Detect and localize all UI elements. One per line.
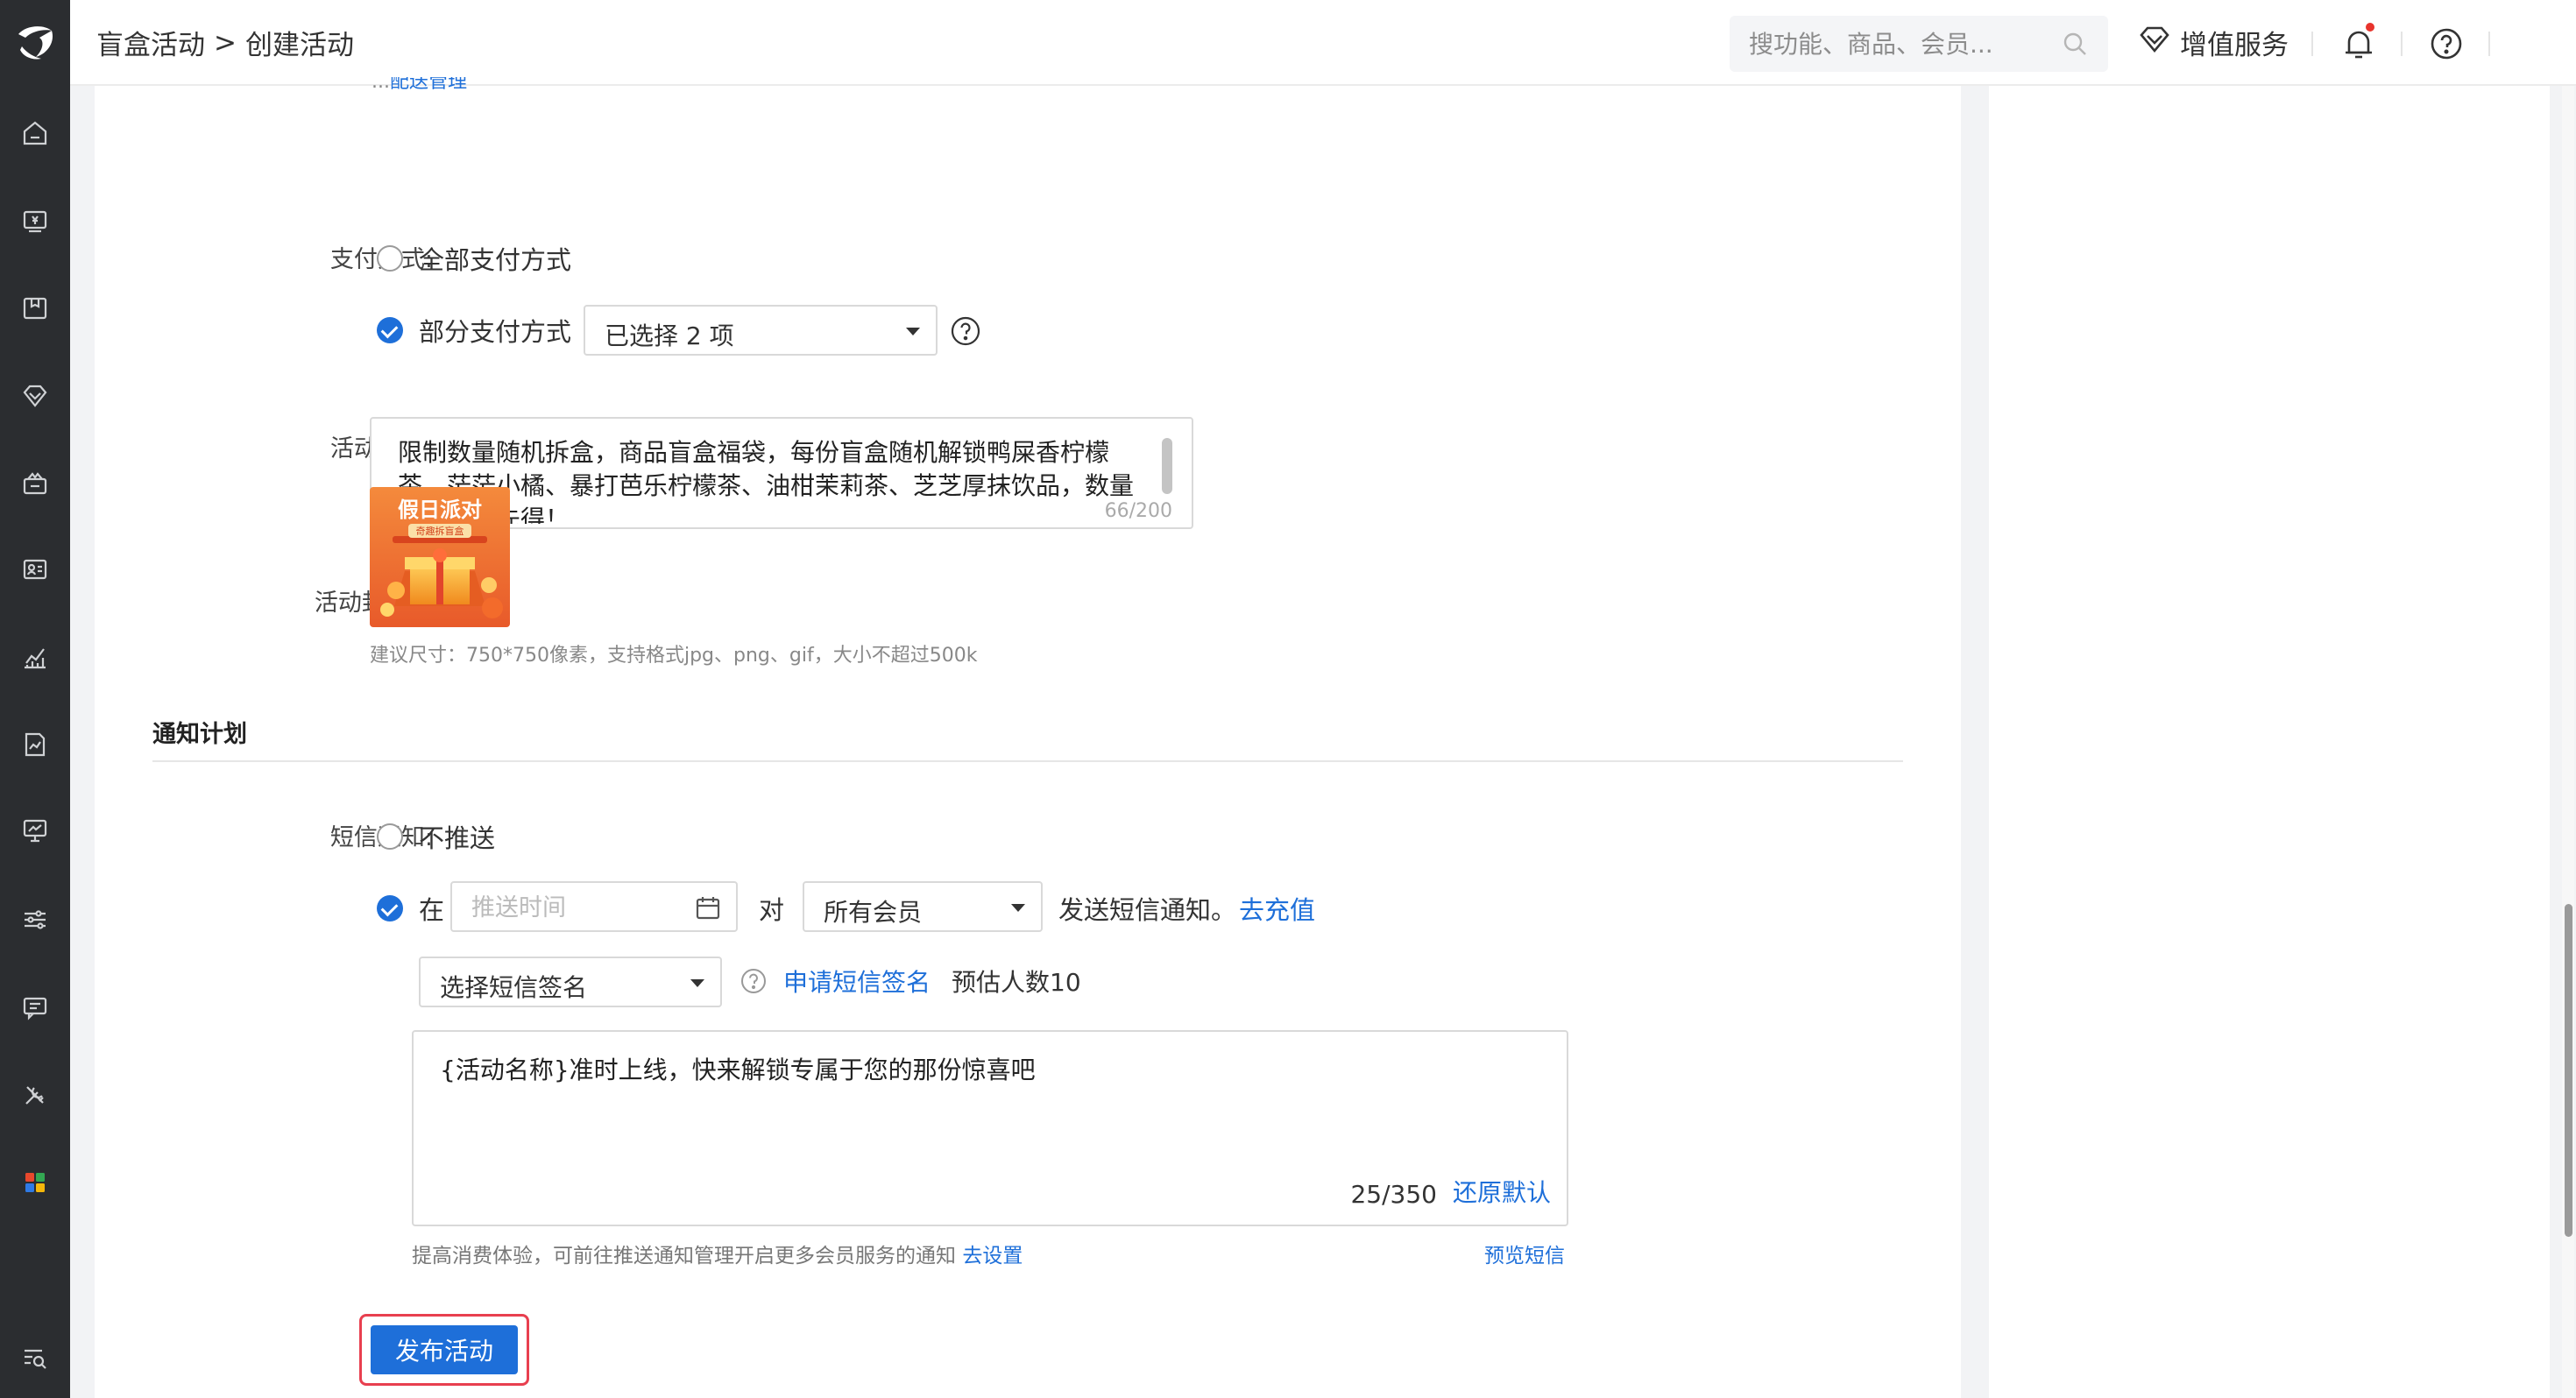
breadcrumb-blind-box-activity[interactable]: 盲盒活动 [96,23,205,62]
search-list-icon[interactable] [18,1340,53,1375]
notification-plan-title: 通知计划 [152,721,247,748]
brand-logo-icon[interactable] [0,0,70,84]
restore-default-link[interactable]: 还原默认 [1453,1174,1551,1209]
header-divider [2311,32,2313,56]
marketing-icon[interactable] [18,466,53,501]
right-side-panel [1989,86,2550,1398]
side-navigation [0,0,70,1398]
calendar-icon[interactable] [694,893,722,925]
sms-scheduled-radio[interactable] [377,895,403,921]
home-icon[interactable] [18,116,53,151]
help-icon[interactable] [2427,25,2466,63]
top-header: 盲盒活动 > 创建活动 增值服务 [70,0,2576,86]
sms-signature-select[interactable]: 选择短信签名 [419,957,722,1007]
breadcrumb-separator: > [214,26,237,59]
help-question-icon[interactable] [950,315,981,350]
publish-button-highlight: 发布活动 [359,1314,529,1386]
section-divider [152,760,1903,762]
sms-at-label: 在 [419,895,445,925]
chevron-down-icon [1011,904,1025,912]
scrollbar-thumb[interactable] [2565,904,2572,1237]
goods-icon[interactable] [18,291,53,326]
sms-no-push-label[interactable]: 不推送 [419,818,495,855]
sms-char-count: 25/350 [1350,1180,1437,1209]
apps-icon[interactable] [18,1165,53,1200]
chevron-down-icon [906,328,920,335]
go-settings-link[interactable]: 去设置 [962,1245,1023,1267]
description-char-count: 66/200 [1104,500,1172,522]
breadcrumb: 盲盒活动 > 创建活动 [96,23,354,62]
notification-badge-dot [2366,23,2374,32]
page-scrollbar[interactable] [2562,86,2574,1398]
sms-content-text: {活动名称}准时上线，快来解锁专属于您的那份惊喜吧 [440,1056,1036,1084]
diamond-icon [2138,25,2171,61]
analytics-icon[interactable] [18,639,53,674]
help-question-icon[interactable] [740,967,768,999]
estimated-recipients-text: 预估人数10 [952,968,1081,997]
value-added-services-button[interactable]: 增值服务 [2138,23,2289,62]
textarea-scrollbar[interactable] [1162,438,1172,494]
recharge-link[interactable]: 去充值 [1239,890,1315,927]
sms-tip-text: 提高消费体验，可前往推送通知管理开启更多会员服务的通知 去设置 [412,1245,1023,1267]
tools-icon[interactable] [18,1077,53,1112]
payment-methods-select[interactable]: 已选择 2 项 [584,305,938,356]
search-input[interactable] [1749,26,2047,61]
activity-form-card: ...配送管理 支付方式: 全部支付方式 部分支付方式 已选择 2 项 活动说明… [95,77,1961,1398]
customer-card-icon[interactable] [18,552,53,587]
header-divider [2488,32,2490,56]
cover-size-hint: 建议尺寸：750*750像素，支持格式jpg、png、gif，大小不超过500k [370,645,978,667]
payment-select-value: 已选择 2 项 [605,321,734,350]
payment-partial-radio[interactable] [377,317,403,343]
sms-content-textarea[interactable]: {活动名称}准时上线，快来解锁专属于您的那份惊喜吧 25/350 还原默认 [412,1030,1568,1226]
delivery-management-link[interactable]: 配送管理 [390,77,467,91]
global-search [1730,16,2108,72]
publish-activity-button[interactable]: 发布活动 [371,1325,518,1374]
apply-sms-signature-link[interactable]: 申请短信签名 [783,964,931,999]
search-icon[interactable] [2061,30,2089,61]
member-icon[interactable] [18,378,53,413]
sms-notification-label: 短信通知: [258,818,433,852]
cashier-icon[interactable] [18,203,53,238]
report-icon[interactable] [18,727,53,762]
payment-partial-label[interactable]: 部分支付方式 [419,312,571,349]
sms-signature-placeholder: 选择短信签名 [440,973,588,1002]
cover-subtitle-text: 奇趣拆盲盒 [416,525,464,537]
payment-all-radio[interactable] [377,245,403,272]
payment-method-label: 支付方式: [258,240,433,274]
payment-all-label[interactable]: 全部支付方式 [419,240,571,277]
activity-cover-image[interactable]: 假日派对 奇趣拆盲盒 [370,487,510,627]
sms-send-text: 发送短信通知。 [1058,895,1237,925]
push-time-picker[interactable] [450,881,738,932]
monitor-icon[interactable] [18,813,53,848]
settings-sliders-icon[interactable] [18,902,53,937]
notification-bell-icon[interactable] [2339,23,2378,63]
activity-description-text: 限制数量随机拆盒，商品盲盒福袋，每份盲盒随机解锁鸭屎香柠檬茶、茫茫小橘、暴打芭乐… [398,438,1135,524]
sms-audience-select[interactable]: 所有会员 [803,881,1043,932]
sms-to-label: 对 [759,895,785,925]
sms-no-push-radio[interactable] [377,823,403,850]
breadcrumb-current-page: 创建活动 [244,30,354,61]
header-divider [2401,32,2403,56]
message-icon[interactable] [18,990,53,1025]
cover-title-text: 假日派对 [398,498,482,522]
preview-sms-link[interactable]: 预览短信 [1484,1239,1565,1268]
chevron-down-icon [690,979,704,987]
value-added-services-label: 增值服务 [2180,30,2289,61]
sms-audience-value: 所有会员 [824,898,923,927]
clipped-notice-text: ...配送管理 [372,77,467,91]
push-time-input[interactable] [471,892,673,923]
